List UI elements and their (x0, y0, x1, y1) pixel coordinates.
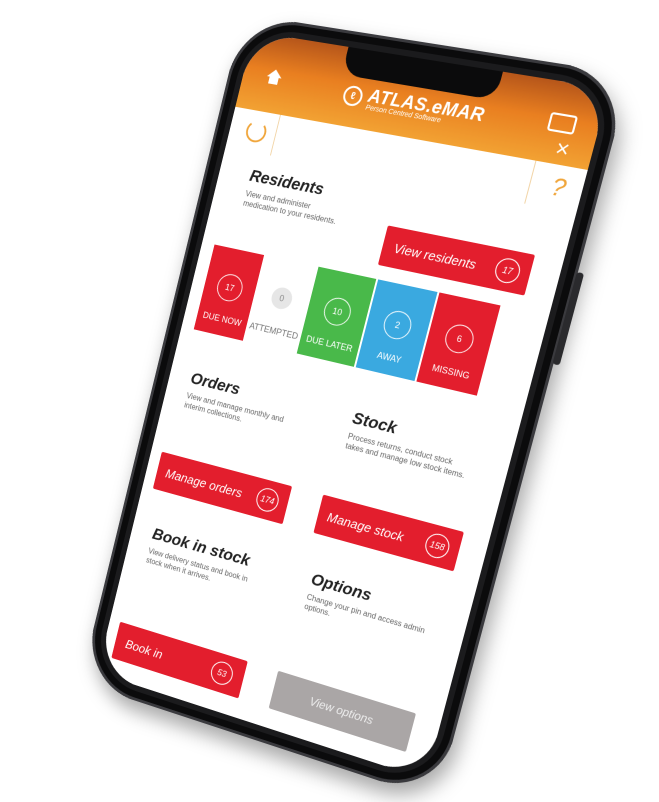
manage-orders-label: Manage orders (164, 465, 244, 501)
tile-away-label: AWAY (375, 349, 403, 366)
tile-away-count: 2 (380, 308, 415, 342)
phone-side-button (552, 271, 585, 366)
phone-frame: ℓ ATLAS.eMAR Person Centred Software × ?… (80, 13, 631, 800)
refresh-icon[interactable] (243, 119, 269, 145)
stock-count-badge: 158 (422, 531, 453, 561)
tile-missing-count: 6 (442, 321, 477, 356)
residents-description: View and administer medication to your r… (242, 189, 338, 227)
book-in-count-badge: 53 (208, 658, 236, 688)
phone-screen: ℓ ATLAS.eMAR Person Centred Software × ?… (96, 31, 610, 780)
tile-attempted-label: ATTEMPTED (248, 320, 300, 342)
stock-description: Process returns, conduct stock takes and… (344, 431, 466, 481)
close-icon[interactable]: × (553, 135, 573, 163)
view-residents-label: View residents (392, 240, 479, 272)
tile-due-now-count: 17 (214, 271, 246, 304)
home-icon[interactable] (265, 68, 283, 86)
logo-mark-icon: ℓ (341, 84, 365, 108)
tile-due-later-label: DUE LATER (305, 333, 354, 354)
manage-stock-label: Manage stock (325, 509, 406, 545)
book-in-button[interactable]: Book in 53 (111, 621, 248, 699)
phone-mockup: ℓ ATLAS.eMAR Person Centred Software × ?… (0, 0, 659, 802)
tile-due-now-label: DUE NOW (201, 309, 243, 329)
orders-count-badge: 174 (253, 485, 282, 515)
view-options-button[interactable]: View options (268, 670, 416, 753)
tile-due-later-count: 10 (320, 295, 354, 329)
screen-toggle-icon[interactable] (546, 111, 579, 135)
tile-attempted-count: 0 (269, 285, 295, 312)
view-options-label: View options (308, 694, 375, 728)
tile-missing-label: MISSING (431, 362, 471, 381)
book-in-label: Book in (124, 636, 165, 662)
residents-count-badge: 17 (492, 256, 523, 286)
help-icon[interactable]: ? (548, 173, 569, 204)
